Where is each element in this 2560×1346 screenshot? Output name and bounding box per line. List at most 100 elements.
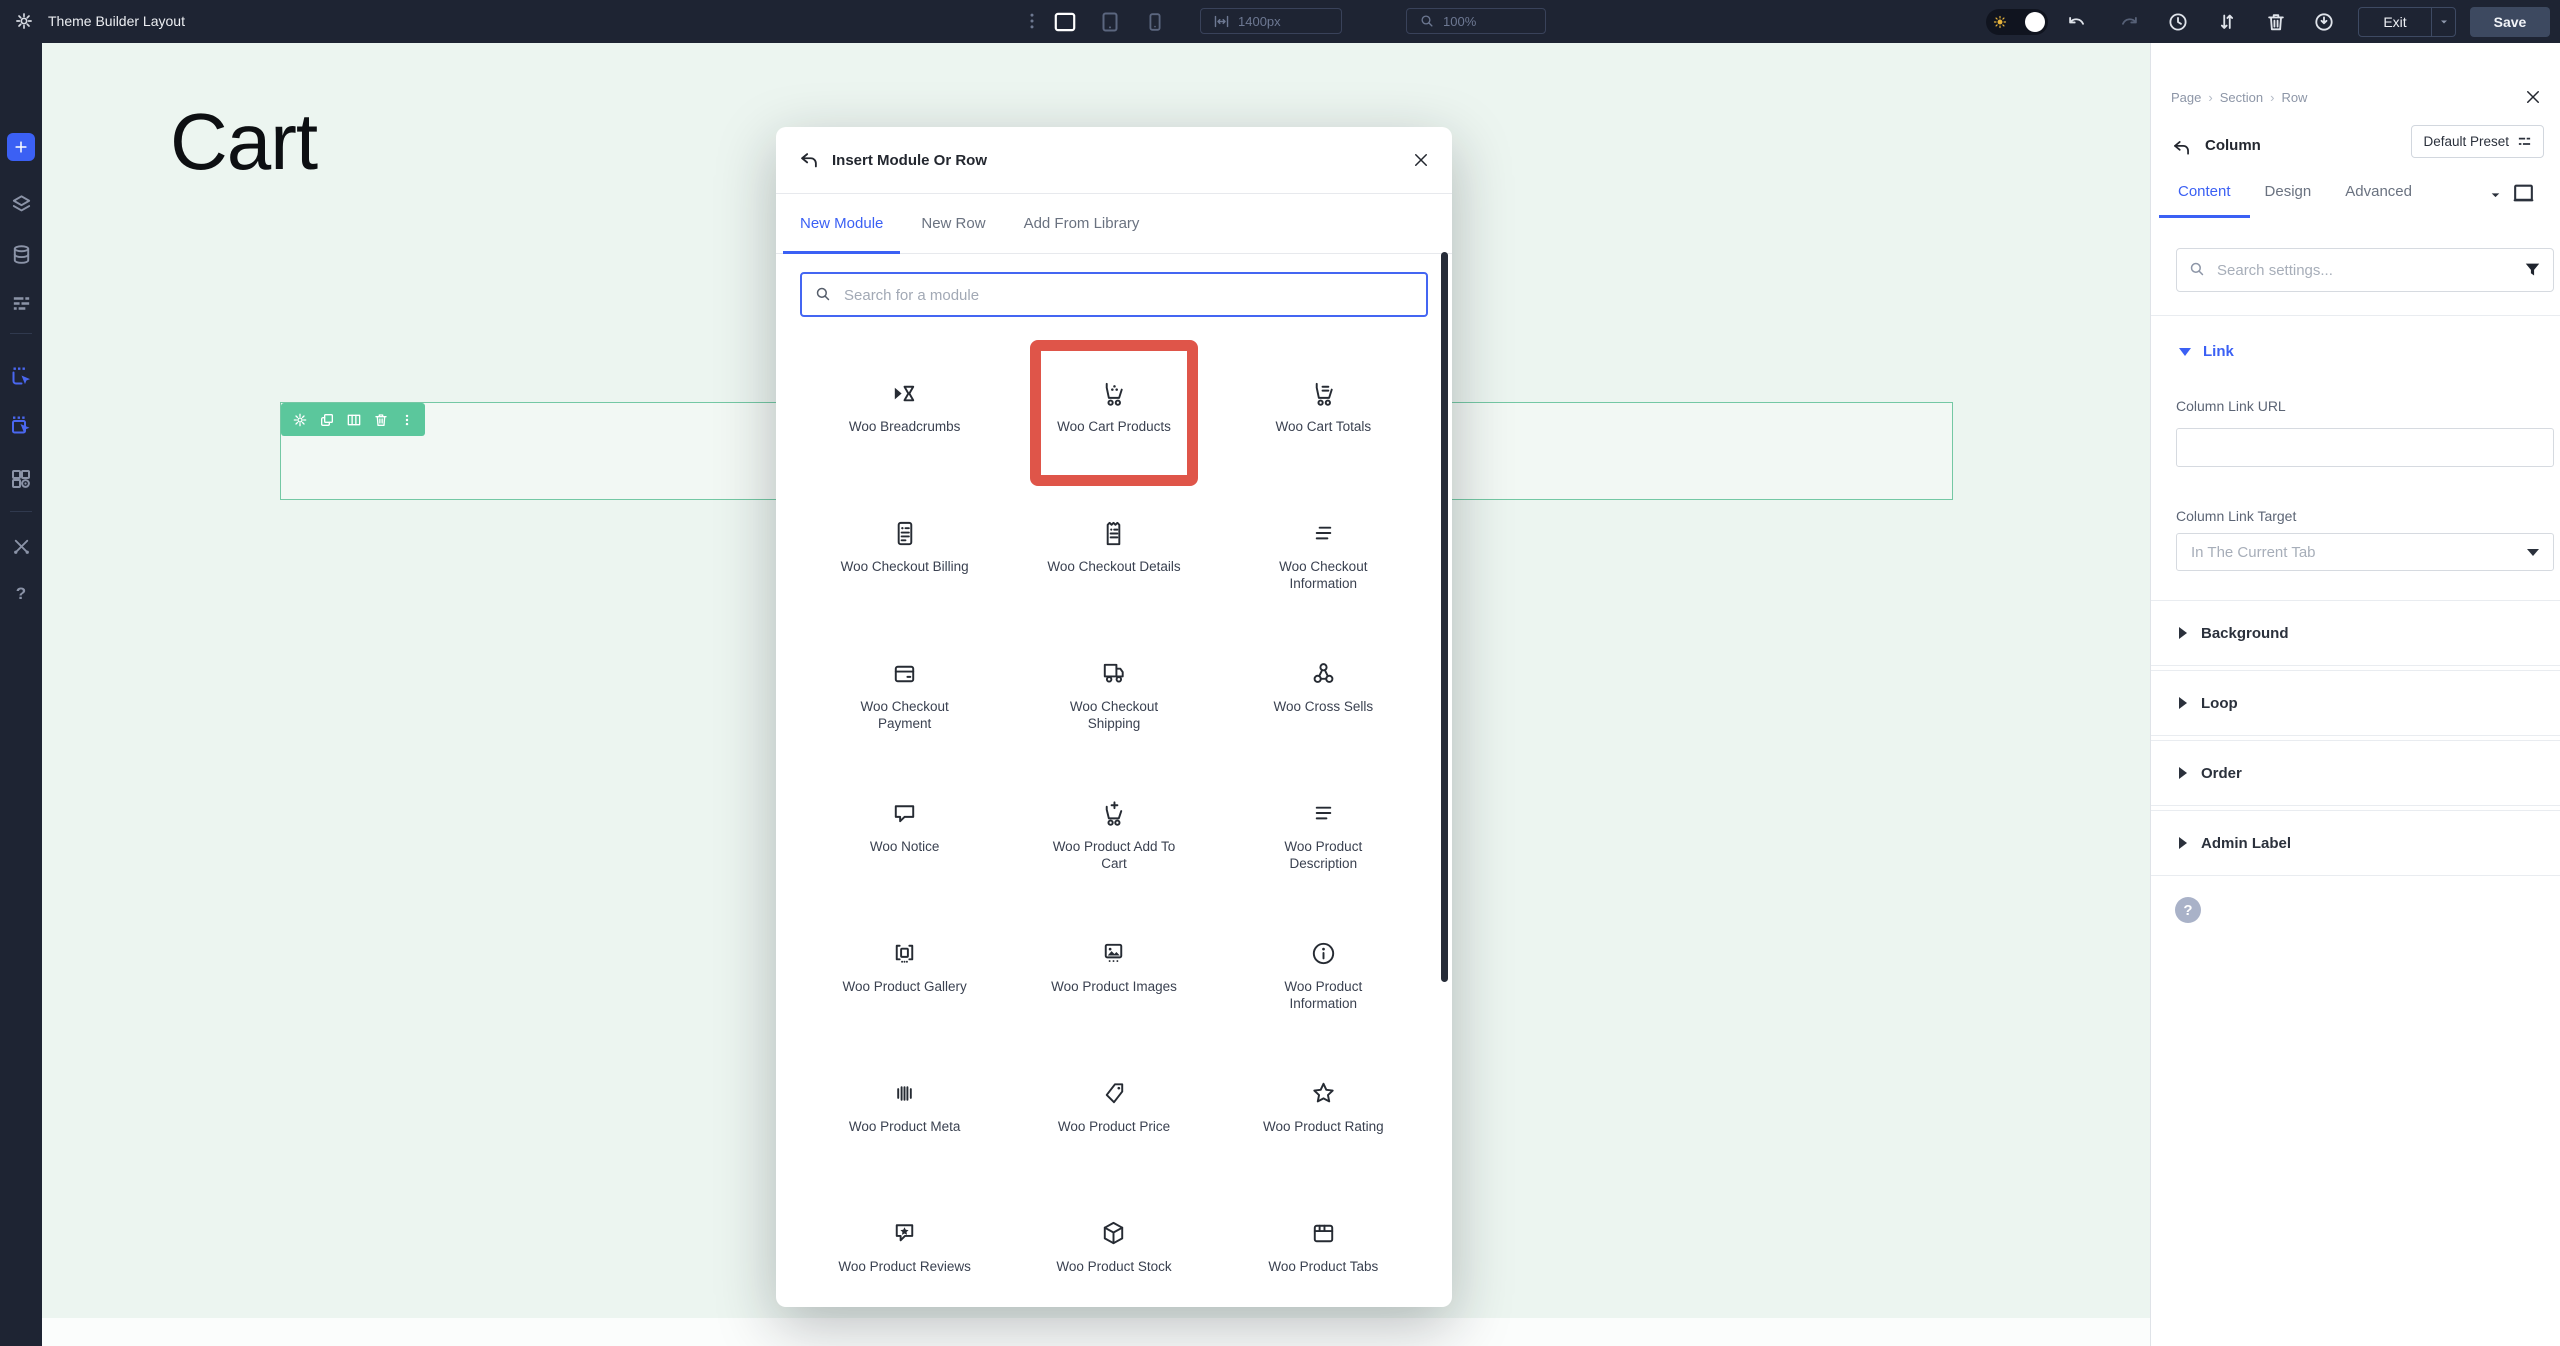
default-preset-button[interactable]: Default Preset — [2411, 125, 2544, 158]
save-button[interactable]: Save — [2470, 7, 2550, 37]
row-settings-gear-icon[interactable] — [292, 412, 308, 428]
module-item[interactable]: Woo Checkout Details — [1009, 480, 1218, 620]
portability-icon[interactable] — [2313, 11, 2335, 33]
zoom-magnifier-icon — [1419, 13, 1435, 29]
module-item[interactable]: Woo Product Tabs — [1219, 1180, 1428, 1307]
column-link-target-select[interactable]: In The Current Tab — [2176, 533, 2554, 571]
module-grid: Woo Breadcrumbs Woo Cart Products Woo Ca… — [800, 340, 1428, 1307]
phone-view-icon[interactable] — [1144, 11, 1166, 33]
filter-icon[interactable] — [2523, 260, 2542, 279]
tab-advanced[interactable]: Advanced — [2345, 183, 2412, 218]
module-item[interactable]: Woo Product Reviews — [800, 1180, 1009, 1307]
module-item[interactable]: Woo Checkout Payment — [800, 620, 1009, 760]
tab-design[interactable]: Design — [2265, 183, 2312, 218]
row-toolbar — [281, 403, 425, 436]
panel-back-icon[interactable] — [2171, 138, 2192, 159]
section-admin-label[interactable]: Admin Label — [2151, 810, 2560, 876]
width-arrows-icon — [1213, 13, 1230, 30]
module-item[interactable]: Woo Product Meta — [800, 1040, 1009, 1180]
module-item[interactable]: Woo Product Price — [1009, 1040, 1218, 1180]
module-item-highlighted[interactable]: Woo Cart Products — [1009, 340, 1218, 480]
section-order[interactable]: Order — [2151, 740, 2560, 806]
selected-option: In The Current Tab — [2191, 544, 2316, 561]
element-title: Column — [2205, 137, 2261, 154]
module-item[interactable]: Woo Checkout Information — [1219, 480, 1428, 620]
modal-title: Insert Module Or Row — [832, 152, 987, 169]
module-item[interactable]: Woo Product Rating — [1219, 1040, 1428, 1180]
module-item[interactable]: Woo Product Gallery — [800, 900, 1009, 1040]
module-item[interactable]: Woo Product Information — [1219, 900, 1428, 1040]
module-item[interactable]: Woo Cross Sells — [1219, 620, 1428, 760]
tab-content[interactable]: Content — [2178, 183, 2231, 218]
wireframe-icon[interactable] — [0, 292, 42, 315]
link-section-header[interactable]: Link — [2179, 343, 2234, 360]
notice-icon — [889, 796, 920, 830]
module-settings-icon[interactable] — [0, 467, 42, 491]
sort-arrows-icon[interactable] — [2216, 11, 2238, 33]
add-icon[interactable] — [7, 133, 35, 161]
chevron-right-icon — [2179, 627, 2187, 639]
click-mode-icon[interactable] — [0, 413, 42, 437]
collapsed-sections: Background Loop Order Admin Label — [2151, 600, 2560, 880]
tabs-caret-icon[interactable] — [2489, 189, 2502, 202]
history-icon[interactable] — [2167, 11, 2189, 33]
tab-new-row[interactable]: New Row — [921, 194, 985, 253]
breadcrumb-section[interactable]: Section — [2220, 90, 2263, 105]
row-kebab-icon[interactable] — [400, 412, 414, 428]
module-item[interactable]: Woo Notice — [800, 760, 1009, 900]
zoom-control[interactable]: 100% — [1406, 8, 1546, 34]
exit-button[interactable]: Exit — [2358, 7, 2456, 37]
tab-new-module[interactable]: New Module — [800, 194, 883, 253]
module-search-input[interactable] — [842, 274, 1416, 317]
tab-add-from-library[interactable]: Add From Library — [1024, 194, 1140, 253]
module-item[interactable]: Woo Checkout Billing — [800, 480, 1009, 620]
help-icon[interactable]: ? — [0, 584, 42, 604]
trash-icon[interactable] — [2265, 11, 2287, 33]
tablet-view-icon[interactable] — [1098, 10, 1122, 34]
module-item[interactable]: Woo Breadcrumbs — [800, 340, 1009, 480]
chevron-down-icon — [2179, 348, 2191, 356]
exit-caret-icon[interactable] — [2432, 16, 2455, 28]
module-item[interactable]: Woo Checkout Shipping — [1009, 620, 1218, 760]
module-item[interactable]: Woo Cart Totals — [1219, 340, 1428, 480]
module-item[interactable]: Woo Product Images — [1009, 900, 1218, 1040]
viewport-width-control[interactable]: 1400px — [1200, 8, 1342, 34]
breadcrumb-row[interactable]: Row — [2281, 90, 2307, 105]
section-background[interactable]: Background — [2151, 600, 2560, 666]
page-title: Theme Builder Layout — [48, 13, 185, 29]
viewport-width-value: 1400px — [1238, 14, 1281, 29]
undo-icon[interactable] — [2066, 11, 2088, 33]
panel-help-icon[interactable]: ? — [2175, 897, 2201, 923]
kebab-menu-icon[interactable] — [1022, 11, 1042, 31]
modal-back-icon[interactable] — [798, 150, 820, 172]
panel-tabs: Content Design Advanced — [2178, 183, 2412, 218]
layers-icon[interactable] — [0, 193, 42, 216]
module-item[interactable]: Woo Product Description — [1219, 760, 1428, 900]
redo-icon[interactable] — [2118, 11, 2140, 33]
desktop-preview-icon[interactable] — [2511, 181, 2536, 206]
module-item[interactable]: Woo Product Add To Cart — [1009, 760, 1218, 900]
preset-icon — [2517, 134, 2532, 149]
tools-icon[interactable] — [0, 535, 42, 558]
product-stock-icon — [1098, 1216, 1129, 1250]
database-icon[interactable] — [0, 243, 42, 266]
modal-scrollbar[interactable] — [1441, 252, 1448, 982]
row-columns-icon[interactable] — [346, 412, 362, 428]
row-copy-icon[interactable] — [319, 412, 335, 428]
desktop-view-icon[interactable] — [1052, 9, 1078, 35]
panel-close-icon[interactable] — [2524, 88, 2542, 106]
hover-mode-icon[interactable] — [0, 364, 42, 388]
breadcrumb-page[interactable]: Page — [2171, 90, 2201, 105]
section-loop[interactable]: Loop — [2151, 670, 2560, 736]
checkout-billing-icon — [889, 516, 920, 550]
link-section-title: Link — [2203, 343, 2234, 360]
module-item[interactable]: Woo Product Stock — [1009, 1180, 1218, 1307]
settings-gear-icon[interactable] — [14, 11, 34, 31]
modal-close-icon[interactable] — [1412, 151, 1430, 169]
row-trash-icon[interactable] — [373, 412, 389, 428]
light-mode-toggle[interactable] — [1986, 9, 2048, 35]
chevron-right-icon — [2179, 697, 2187, 709]
product-add-to-cart-icon — [1098, 796, 1129, 830]
column-link-url-input[interactable] — [2176, 428, 2554, 467]
settings-search-input[interactable] — [2215, 249, 2519, 291]
